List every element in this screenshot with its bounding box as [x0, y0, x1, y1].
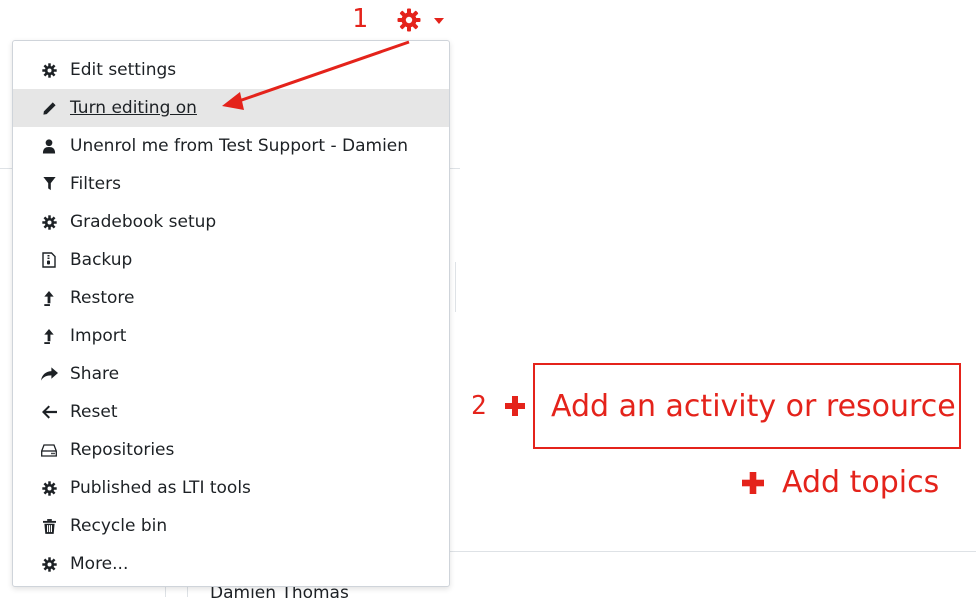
background-divider [0, 168, 12, 169]
pencil-icon [40, 99, 58, 117]
menu-item-label: Edit settings [70, 60, 177, 80]
add-activity-label: Add an activity or resource [551, 388, 956, 424]
filter-icon [40, 175, 58, 193]
menu-list: Edit settings Turn editing on Unenrol me… [13, 41, 449, 583]
gear-icon [397, 8, 421, 32]
user-icon [40, 137, 58, 155]
menu-item-backup[interactable]: Backup [13, 241, 449, 279]
menu-item-repositories[interactable]: Repositories [13, 431, 449, 469]
menu-item-reset[interactable]: Reset [13, 393, 449, 431]
course-actions-menu-button[interactable] [395, 6, 455, 36]
background-divider [455, 262, 456, 312]
plus-icon [742, 471, 764, 494]
share-icon [40, 365, 58, 383]
menu-item-label: Restore [70, 288, 135, 308]
background-divider [165, 587, 166, 597]
menu-item-label: Repositories [70, 440, 175, 460]
menu-item-label: Reset [70, 402, 118, 422]
menu-item-label: Published as LTI tools [70, 478, 251, 498]
background-divider [187, 587, 188, 597]
gear-icon [40, 213, 58, 231]
trash-icon [40, 517, 58, 535]
menu-item-turn-editing-on[interactable]: Turn editing on [13, 89, 449, 127]
background-divider [450, 551, 976, 552]
course-actions-dropdown: Edit settings Turn editing on Unenrol me… [12, 40, 450, 587]
menu-item-label: Recycle bin [70, 516, 168, 536]
menu-item-label: Filters [70, 174, 121, 194]
gear-icon [40, 555, 58, 573]
menu-item-gradebook-setup[interactable]: Gradebook setup [13, 203, 449, 241]
step-number-1: 1 [352, 4, 368, 34]
menu-item-label: Unenrol me from Test Support - Damien [70, 136, 409, 156]
add-activity-button[interactable]: Add an activity or resource [533, 363, 961, 449]
menu-item-label: Gradebook setup [70, 212, 217, 232]
hdd-icon [40, 441, 58, 459]
file-archive-icon [40, 251, 58, 269]
menu-item-edit-settings[interactable]: Edit settings [13, 51, 449, 89]
menu-item-more[interactable]: More... [13, 545, 449, 583]
gear-icon [40, 479, 58, 497]
menu-item-restore[interactable]: Restore [13, 279, 449, 317]
menu-item-unenrol[interactable]: Unenrol me from Test Support - Damien [13, 127, 449, 165]
step-number-2: 2 [471, 391, 487, 421]
menu-item-filters[interactable]: Filters [13, 165, 449, 203]
caret-down-icon [434, 18, 444, 24]
background-divider [450, 168, 460, 169]
menu-item-label: Import [70, 326, 127, 346]
menu-item-published-lti[interactable]: Published as LTI tools [13, 469, 449, 507]
menu-item-share[interactable]: Share [13, 355, 449, 393]
plus-icon [505, 396, 525, 416]
arrow-left-icon [40, 403, 58, 421]
menu-item-label: Backup [70, 250, 133, 270]
upload-icon [40, 289, 58, 307]
menu-item-label: More... [70, 554, 129, 574]
menu-item-label: Turn editing on [70, 98, 197, 118]
add-topics-label: Add topics [782, 465, 940, 500]
menu-item-import[interactable]: Import [13, 317, 449, 355]
gear-icon [40, 61, 58, 79]
add-topics-button[interactable]: Add topics [742, 465, 939, 500]
upload-icon [40, 327, 58, 345]
menu-item-label: Share [70, 364, 120, 384]
menu-item-recycle-bin[interactable]: Recycle bin [13, 507, 449, 545]
